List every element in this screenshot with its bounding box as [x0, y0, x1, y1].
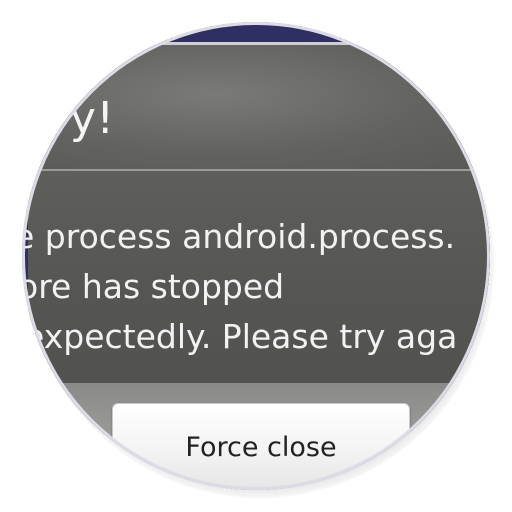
icon-circle: orry! e process android.process. ore has… [22, 22, 490, 490]
message-line-3: expectedly. Please try aga [24, 317, 458, 356]
dialog-title: orry! [22, 93, 115, 144]
error-dialog: orry! e process android.process. ore has… [22, 42, 490, 490]
message-line-1: e process android.process. [22, 217, 456, 256]
message-line-2: ore has stopped [22, 267, 285, 306]
title-divider [28, 169, 490, 171]
app-icon: orry! e process android.process. ore has… [0, 0, 512, 512]
dialog-title-area: orry! [22, 45, 490, 169]
force-close-button[interactable]: Force close [112, 403, 410, 490]
